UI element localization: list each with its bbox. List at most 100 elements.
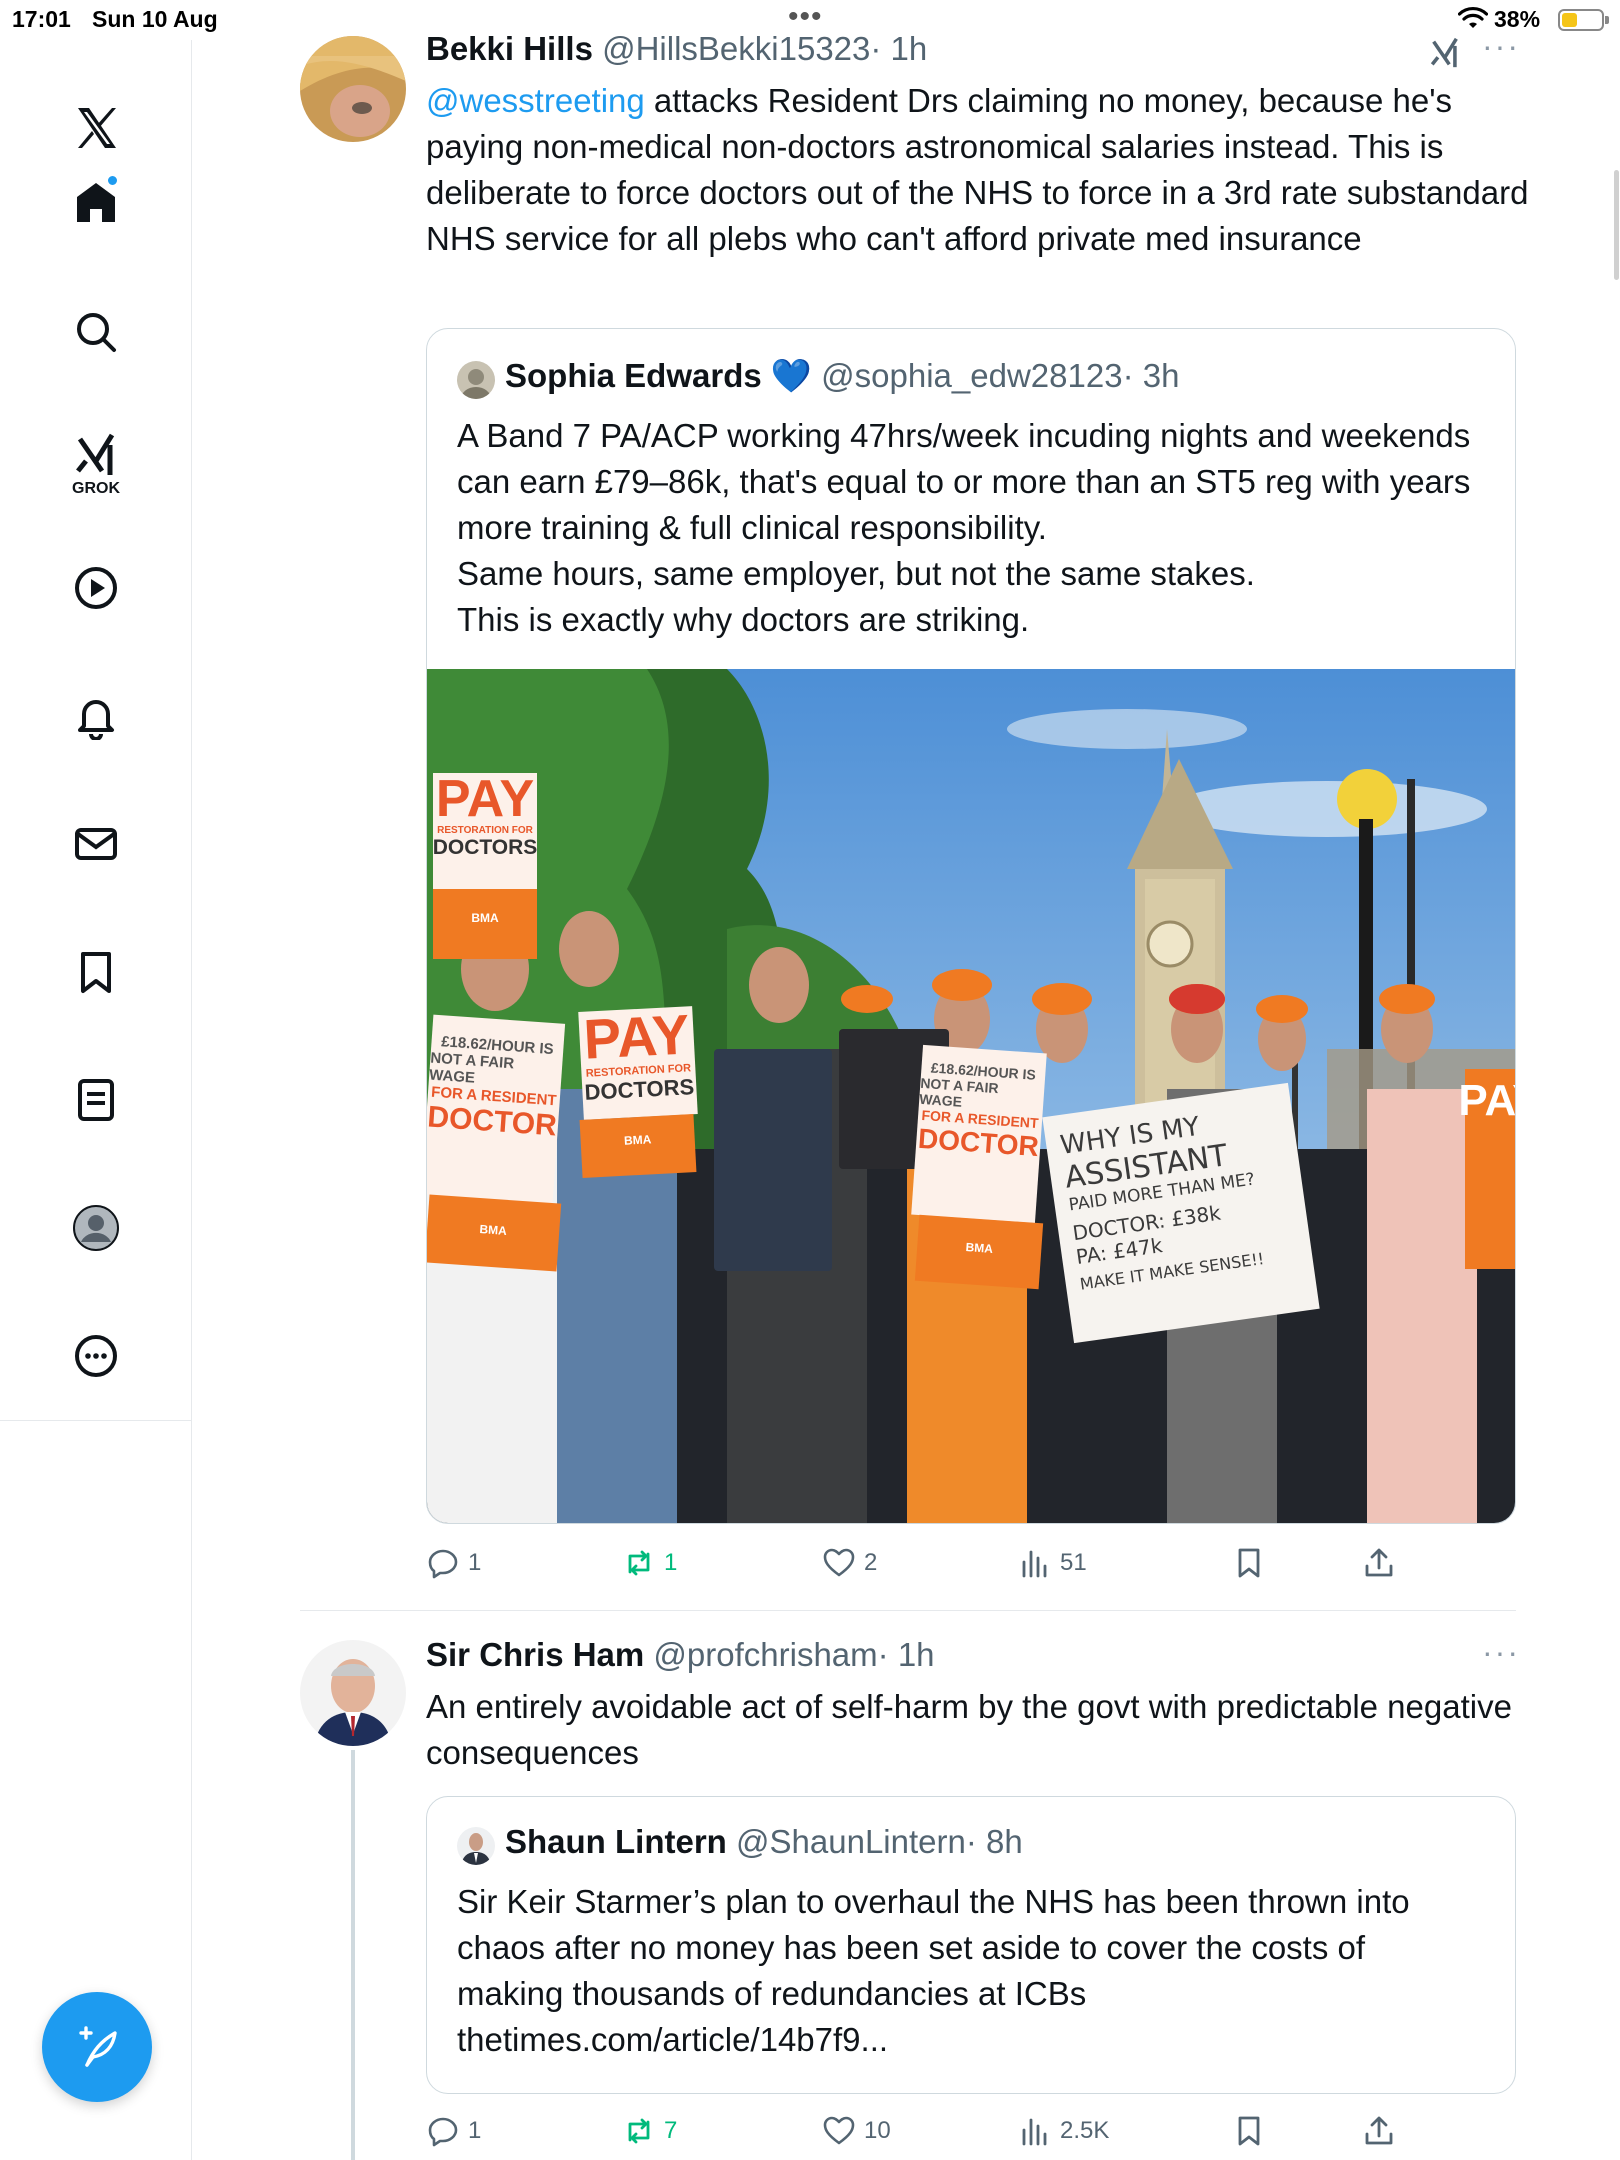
- like-count: 2: [864, 1549, 878, 1576]
- quote-text: Sir Keir Starmer’s plan to overhaul the …: [457, 1883, 1410, 2058]
- tweet-printout-placard: [714, 1049, 832, 1271]
- author-name[interactable]: Sir Chris Ham: [426, 1636, 644, 1673]
- author-handle[interactable]: @HillsBekki15323: [602, 30, 870, 67]
- quote-author-name: Sophia Edwards: [505, 357, 762, 394]
- quote-author-handle: @sophia_edw28123: [821, 357, 1123, 394]
- feather-plus-icon: [79, 2026, 117, 2067]
- bookmark-button[interactable]: [1232, 1546, 1274, 1580]
- placard-bottom: BMA: [914, 1214, 1044, 1290]
- views-button[interactable]: 51: [1018, 1546, 1087, 1580]
- x-logo-icon[interactable]: [56, 88, 136, 168]
- grok-icon[interactable]: [1428, 36, 1462, 70]
- like-count: 10: [864, 2117, 891, 2144]
- quote-author-name: Shaun Lintern: [505, 1823, 727, 1860]
- more-circle-icon: [75, 1335, 117, 1377]
- reply-icon: [428, 1549, 458, 1579]
- tweet-header: Sir Chris Ham @profchrisham· 1h: [426, 1636, 935, 1674]
- avatar: [457, 1827, 495, 1865]
- status-time: 17:01: [12, 6, 71, 32]
- share-button[interactable]: [1362, 2114, 1404, 2148]
- sidebar-item-profile[interactable]: [56, 1188, 136, 1268]
- share-icon: [1365, 1548, 1393, 1577]
- tweet-header: Bekki Hills @HillsBekki15323· 1h: [426, 30, 927, 68]
- placard: £18.62/HOUR IS NOT A FAIR WAGE FOR A RES…: [911, 1044, 1047, 1224]
- views-button[interactable]: 2.5K: [1018, 2114, 1109, 2148]
- avatar: [457, 361, 495, 399]
- like-button[interactable]: 10: [822, 2114, 891, 2148]
- avatar[interactable]: [300, 1640, 406, 1746]
- tweet-time[interactable]: · 1h: [878, 1636, 935, 1673]
- scrollbar[interactable]: [1614, 170, 1619, 280]
- repost-button[interactable]: 1: [622, 1546, 677, 1580]
- heart-icon: [823, 2116, 855, 2145]
- reply-button[interactable]: 1: [426, 1546, 481, 1580]
- bookmark-button[interactable]: [1232, 2114, 1274, 2148]
- thread-line: [351, 1750, 355, 2160]
- quoted-tweet[interactable]: Shaun Lintern @ShaunLintern· 8h Sir Keir…: [426, 1796, 1516, 2094]
- sidebar-divider: [0, 1420, 192, 1421]
- views-chart-icon: [1022, 2118, 1047, 2146]
- tweet-text: @wesstreeting attacks Resident Drs claim…: [426, 78, 1546, 262]
- avatar[interactable]: [300, 36, 406, 142]
- bookmark-icon: [1238, 2116, 1260, 2146]
- home-notification-dot: [106, 174, 119, 187]
- quote-author-handle: @ShaunLintern: [736, 1823, 966, 1860]
- envelope-icon: [75, 828, 117, 860]
- placard: PAY RESTORATION FOR DOCTORS: [433, 773, 537, 889]
- sidebar-item-lists[interactable]: [56, 1060, 136, 1140]
- placard: PAY RESTORATION FOR DOCTORS: [578, 1002, 698, 1120]
- tweet-text: An entirely avoidable act of self-harm b…: [426, 1688, 1512, 1771]
- view-count: 2.5K: [1060, 2117, 1110, 2144]
- repost-icon: [628, 2118, 650, 2144]
- grok-label: GROK: [72, 480, 120, 497]
- sidebar-item-video[interactable]: [56, 548, 136, 628]
- placard-bottom: BMA: [433, 889, 537, 959]
- repost-icon: [628, 1550, 650, 1576]
- sidebar-item-search[interactable]: [56, 292, 136, 372]
- quote-header: Sophia Edwards 💙 @sophia_edw28123· 3h: [505, 357, 1179, 396]
- quote-time: · 8h: [965, 1823, 1023, 1860]
- bookmark-icon: [1238, 1548, 1260, 1578]
- tweet-divider: [300, 1610, 1516, 1611]
- author-name[interactable]: Bekki Hills: [426, 30, 593, 67]
- more-options-icon[interactable]: ···: [1482, 1634, 1520, 1671]
- quote-text: A Band 7 PA/ACP working 47hrs/week incud…: [457, 417, 1471, 638]
- repost-button[interactable]: 7: [622, 2114, 677, 2148]
- author-handle[interactable]: @profchrisham: [653, 1636, 877, 1673]
- list-icon: [78, 1079, 114, 1121]
- tweet-time[interactable]: · 1h: [870, 30, 927, 67]
- placard-bottom: BMA: [427, 1194, 562, 1272]
- reply-icon: [428, 2117, 458, 2147]
- more-options-icon[interactable]: ···: [1482, 28, 1520, 65]
- bookmark-icon: [81, 952, 111, 993]
- like-button[interactable]: 2: [822, 1546, 877, 1580]
- reply-button[interactable]: 1: [426, 2114, 481, 2148]
- repost-count: 7: [664, 2117, 678, 2144]
- reply-count: 1: [468, 1549, 482, 1576]
- timeline: Bekki Hills @HillsBekki15323· 1h ··· @we…: [192, 0, 1620, 2160]
- placard: £18.62/HOUR IS NOT A FAIR WAGE FOR A RES…: [427, 1014, 566, 1204]
- quote-time: · 3h: [1122, 357, 1180, 394]
- photo-right-crop: PAY: [1305, 669, 1515, 1523]
- sidebar-item-messages[interactable]: [56, 804, 136, 884]
- verified-heart-icon: 💙: [770, 357, 812, 394]
- play-circle-icon: [75, 567, 117, 609]
- share-icon: [1365, 2116, 1393, 2145]
- placard: PAY: [1458, 1069, 1515, 1269]
- sidebar-item-notifications[interactable]: [56, 676, 136, 756]
- compose-button[interactable]: [42, 1992, 152, 2102]
- sidebar: GROK: [0, 40, 192, 2160]
- repost-count: 1: [664, 1549, 678, 1576]
- grok-icon: [76, 433, 115, 475]
- sidebar-item-more[interactable]: [56, 1316, 136, 1396]
- quote-header: Shaun Lintern @ShaunLintern· 8h: [505, 1823, 1023, 1861]
- share-button[interactable]: [1362, 1546, 1404, 1580]
- tweet-actions: 1 1 2 51: [426, 1546, 1516, 1586]
- sidebar-item-home[interactable]: [56, 162, 136, 242]
- views-chart-icon: [1022, 1550, 1047, 1578]
- sidebar-item-bookmarks[interactable]: [56, 932, 136, 1012]
- quoted-tweet[interactable]: Sophia Edwards 💙 @sophia_edw28123· 3h A …: [426, 328, 1516, 1524]
- tweet-photo[interactable]: PAY RESTORATION FOR DOCTORS BMA £18.62/H…: [427, 669, 1515, 1523]
- mention-link[interactable]: @wesstreeting: [426, 82, 645, 119]
- view-count: 51: [1060, 1549, 1087, 1576]
